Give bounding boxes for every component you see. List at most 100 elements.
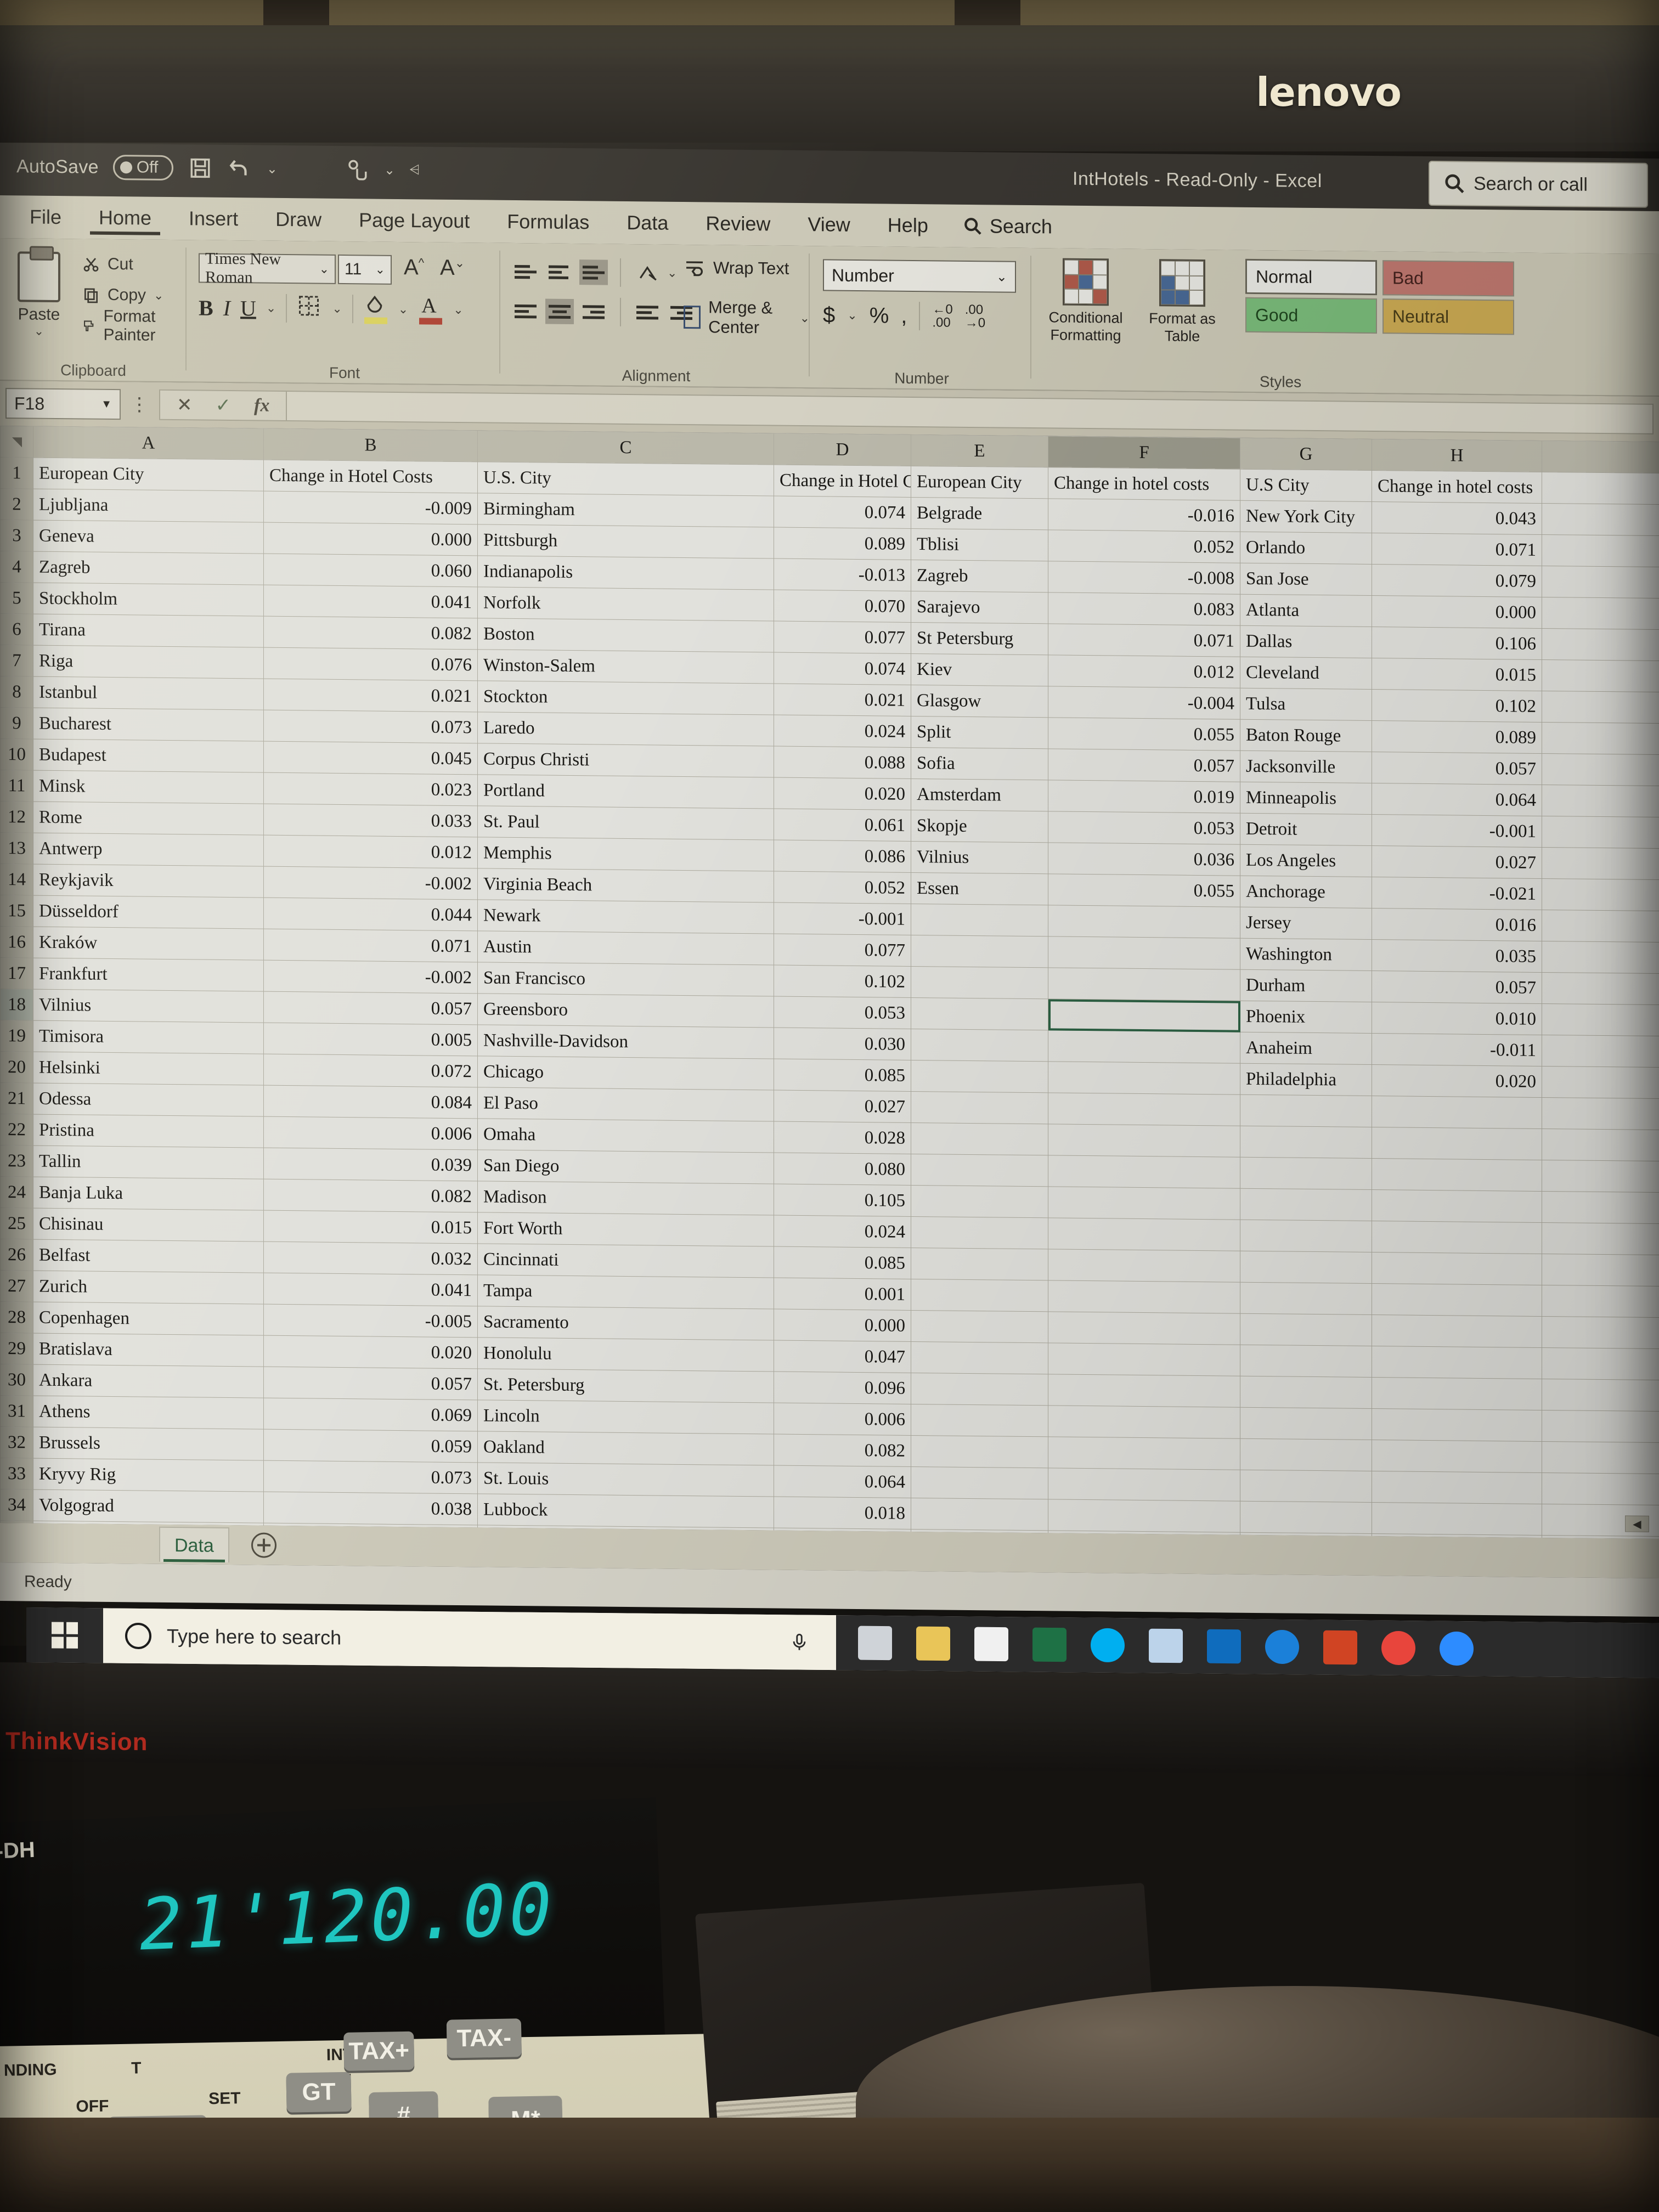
cell-B21[interactable]: 0.084	[263, 1085, 478, 1119]
ribbon-tab-insert[interactable]: Insert	[170, 197, 257, 241]
conditional-formatting-button[interactable]: Conditional Formatting	[1039, 258, 1132, 345]
cell-H21[interactable]	[1372, 1096, 1542, 1129]
font-color-icon[interactable]: A	[418, 294, 443, 325]
row-header-27[interactable]: 27	[0, 1270, 33, 1302]
cell-F20[interactable]	[1048, 1061, 1240, 1095]
row-header-31[interactable]: 31	[0, 1395, 33, 1427]
name-box[interactable]: F18 ▼	[5, 388, 121, 420]
cell-D4[interactable]: -0.013	[774, 558, 911, 591]
cell-F2[interactable]: -0.016	[1048, 498, 1240, 532]
cell-D28[interactable]: 0.000	[774, 1309, 911, 1342]
cell-F27[interactable]	[1048, 1280, 1240, 1314]
row-header-23[interactable]: 23	[0, 1145, 33, 1177]
search-or-call-box[interactable]: Search or call	[1429, 160, 1648, 208]
cell-D23[interactable]: 0.080	[774, 1153, 911, 1186]
cell-E28[interactable]	[911, 1310, 1048, 1343]
cell-B8[interactable]: 0.021	[263, 679, 478, 712]
borders-dropdown-icon[interactable]: ⌄	[332, 302, 342, 316]
cell-A18[interactable]: Vilnius	[33, 989, 264, 1023]
cell-F18[interactable]	[1048, 998, 1240, 1032]
cell-E23[interactable]	[911, 1154, 1048, 1187]
cell-F9[interactable]: 0.055	[1048, 717, 1240, 751]
cell-E20[interactable]	[911, 1060, 1048, 1093]
cell-G28[interactable]	[1240, 1313, 1372, 1346]
paste-button[interactable]: Paste ⌄	[9, 251, 69, 338]
cell-B10[interactable]: 0.045	[263, 741, 478, 775]
cell-A1[interactable]: European City	[33, 458, 264, 492]
cell-F25[interactable]	[1048, 1217, 1240, 1251]
cell-C6[interactable]: Boston	[477, 618, 774, 653]
cell-A29[interactable]: Bratislava	[33, 1333, 264, 1367]
row-header-24[interactable]: 24	[0, 1176, 33, 1209]
cell-C5[interactable]: Norfolk	[477, 586, 774, 622]
cell-C2[interactable]: Birmingham	[477, 493, 774, 528]
cut-button[interactable]: Cut	[82, 249, 187, 280]
merge-center-button[interactable]: Merge & Center ⌄	[684, 297, 810, 338]
cell-A3[interactable]: Geneva	[33, 520, 264, 554]
cell-H32[interactable]	[1372, 1440, 1542, 1473]
cell-F12[interactable]: 0.053	[1048, 811, 1240, 845]
cell-B26[interactable]: 0.032	[263, 1242, 478, 1275]
cell-B4[interactable]: 0.060	[263, 554, 478, 587]
cell-E12[interactable]: Skopje	[911, 810, 1048, 843]
font-size-input[interactable]: 11 ⌄	[338, 254, 392, 285]
cell-C24[interactable]: Madison	[477, 1181, 774, 1216]
cell-A2[interactable]: Ljubljana	[33, 489, 264, 523]
cell-H23[interactable]	[1372, 1158, 1542, 1192]
cell-E14[interactable]: Essen	[911, 872, 1048, 905]
calc-key-gt[interactable]: GT	[286, 2072, 352, 2113]
cell-E10[interactable]: Sofia	[911, 747, 1048, 780]
cell-F29[interactable]	[1048, 1342, 1240, 1376]
cell-H19[interactable]: -0.011	[1372, 1033, 1542, 1066]
cell-A21[interactable]: Odessa	[33, 1083, 264, 1117]
cell-A11[interactable]: Minsk	[33, 770, 264, 804]
cell-F30[interactable]	[1048, 1374, 1240, 1408]
cell-F33[interactable]	[1048, 1468, 1240, 1502]
cell-H27[interactable]	[1372, 1283, 1542, 1317]
cell-H22[interactable]	[1372, 1127, 1542, 1160]
align-bottom-button[interactable]	[579, 259, 608, 285]
cell-B29[interactable]: 0.020	[263, 1335, 478, 1369]
powerpoint-icon[interactable]	[1323, 1630, 1357, 1665]
row-header-7[interactable]: 7	[0, 645, 33, 677]
cell-D26[interactable]: 0.085	[774, 1246, 911, 1279]
cell-G15[interactable]: Jersey	[1240, 907, 1372, 940]
fill-color-icon[interactable]	[363, 294, 388, 324]
cancel-icon[interactable]: ✕	[177, 394, 193, 416]
font-color-dropdown-icon[interactable]: ⌄	[453, 303, 463, 317]
underline-dropdown-icon[interactable]: ⌄	[266, 301, 276, 315]
cell-F28[interactable]	[1048, 1311, 1240, 1345]
row-header-28[interactable]: 28	[0, 1301, 33, 1334]
cell-E5[interactable]: Sarajevo	[911, 591, 1048, 624]
fill-color-dropdown-icon[interactable]: ⌄	[398, 302, 408, 317]
cell-A34[interactable]: Volgograd	[33, 1489, 264, 1523]
cell-G16[interactable]: Washington	[1240, 938, 1372, 971]
cell-B15[interactable]: 0.044	[263, 898, 478, 931]
cell-B12[interactable]: 0.033	[263, 804, 478, 837]
cell-E1[interactable]: European City	[911, 466, 1048, 499]
cell-D3[interactable]: 0.089	[774, 527, 911, 560]
cell-A17[interactable]: Frankfurt	[33, 958, 264, 992]
style-bad-button[interactable]: Bad	[1383, 260, 1514, 297]
cell-A26[interactable]: Belfast	[33, 1239, 264, 1273]
cell-B30[interactable]: 0.057	[263, 1367, 478, 1400]
cell-C30[interactable]: St. Petersburg	[477, 1368, 774, 1403]
cell-E19[interactable]	[911, 1029, 1048, 1062]
cell-A8[interactable]: Istanbul	[33, 676, 264, 710]
ribbon-tab-help[interactable]: Help	[869, 204, 947, 247]
cell-C27[interactable]: Tampa	[477, 1274, 774, 1310]
cell-G26[interactable]	[1240, 1251, 1372, 1284]
cell-D27[interactable]: 0.001	[774, 1278, 911, 1311]
increase-decimal-button[interactable]: ←0.00	[932, 302, 952, 330]
cell-A27[interactable]: Zurich	[33, 1271, 264, 1305]
cell-G24[interactable]	[1240, 1188, 1372, 1221]
cell-A33[interactable]: Kryvy Rig	[33, 1458, 264, 1492]
cell-B19[interactable]: 0.005	[263, 1023, 478, 1056]
cell-H24[interactable]	[1372, 1189, 1542, 1223]
cell-B24[interactable]: 0.082	[263, 1179, 478, 1212]
italic-button[interactable]: I	[223, 295, 230, 320]
ribbon-tab-page-layout[interactable]: Page Layout	[340, 199, 488, 243]
cell-B32[interactable]: 0.059	[263, 1429, 478, 1463]
row-header-10[interactable]: 10	[0, 738, 33, 771]
cell-C4[interactable]: Indianapolis	[477, 555, 774, 590]
